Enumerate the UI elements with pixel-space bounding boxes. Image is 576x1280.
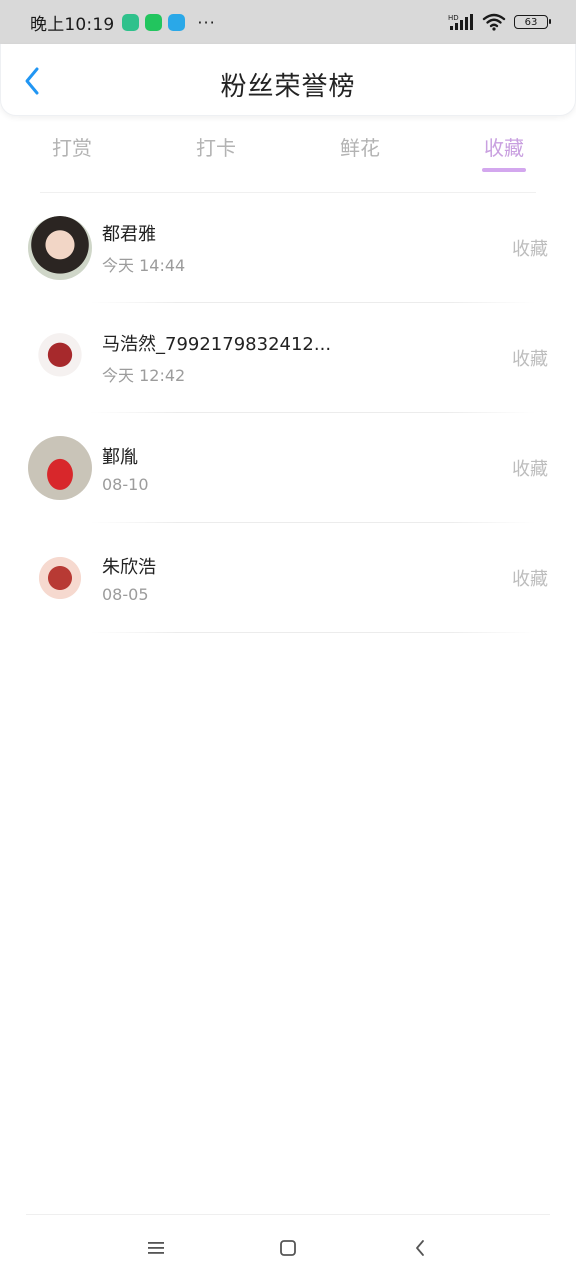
fan-name: 鄞胤 [102, 446, 138, 468]
tab-label: 收藏 [484, 136, 524, 160]
fan-name: 朱欣浩 [102, 556, 156, 578]
fan-time: 今天 14:44 [102, 256, 186, 275]
avatar[interactable] [28, 326, 92, 390]
battery-icon: 63 [514, 15, 551, 29]
status-bar: 晚上10:19 ··· HD 63 [0, 0, 576, 44]
list-item[interactable]: 鄞胤 08-10 收藏 [0, 413, 576, 523]
svg-text:HD: HD [448, 14, 459, 22]
tab-flowers[interactable]: 鲜花 [288, 122, 432, 182]
system-nav-bar [0, 1215, 576, 1280]
list-item[interactable]: 马浩然_7992179832412... 今天 12:42 收藏 [0, 303, 576, 413]
tab-label: 鲜花 [340, 136, 380, 160]
menu-icon [148, 1241, 164, 1254]
tab-reward[interactable]: 打赏 [0, 122, 144, 182]
wechat-icon [145, 13, 163, 31]
back-nav-button[interactable] [354, 1228, 486, 1268]
home-icon [280, 1239, 296, 1256]
favorite-label: 收藏 [512, 239, 548, 260]
list-item[interactable]: 朱欣浩 08-05 收藏 [0, 523, 576, 633]
tab-checkin[interactable]: 打卡 [144, 122, 288, 182]
favorite-label: 收藏 [512, 459, 548, 480]
favorite-label: 收藏 [512, 349, 548, 370]
back-icon [416, 1239, 424, 1256]
notification-icons [122, 13, 186, 31]
tab-label: 打赏 [52, 136, 92, 160]
status-indicators: HD 63 [448, 13, 551, 31]
tab-label: 打卡 [196, 136, 236, 160]
list-item-info: 马浩然_7992179832412... 今天 12:42 [102, 330, 331, 386]
list-item-info: 都君雅 今天 14:44 [102, 220, 185, 276]
qq-icon [122, 13, 140, 31]
page-title: 粉丝荣誉榜 [220, 72, 356, 102]
home-button[interactable] [222, 1228, 354, 1268]
list-item-info: 朱欣浩 08-05 [102, 553, 156, 604]
favorite-label: 收藏 [512, 569, 548, 590]
fan-name: 马浩然_7992179832412... [102, 334, 332, 355]
header: 粉丝荣誉榜 [0, 44, 576, 116]
battery-level: 63 [524, 16, 538, 28]
status-time: 晚上10:19 [30, 14, 115, 35]
fan-list: 都君雅 今天 14:44 收藏 马浩然_7992179832412... 今天 … [0, 193, 576, 633]
hd-signal-icon: HD [448, 14, 473, 30]
avatar[interactable] [28, 436, 92, 500]
menu-button[interactable] [90, 1228, 222, 1268]
fan-time: 08-05 [102, 584, 149, 604]
avatar[interactable] [28, 546, 92, 610]
tab-bar: 打赏 打卡 鲜花 收藏 [0, 122, 576, 182]
row-divider [90, 632, 536, 633]
tab-favorites[interactable]: 收藏 [432, 122, 576, 182]
message-icon [168, 13, 186, 31]
fan-name: 都君雅 [102, 224, 156, 245]
list-item-info: 鄞胤 08-10 [102, 443, 149, 494]
fan-time: 今天 12:42 [102, 366, 186, 385]
more-notifications-icon: ··· [197, 12, 216, 32]
avatar[interactable] [28, 216, 92, 280]
wifi-icon [482, 13, 506, 31]
list-item[interactable]: 都君雅 今天 14:44 收藏 [0, 193, 576, 303]
fan-time: 08-10 [102, 474, 149, 494]
